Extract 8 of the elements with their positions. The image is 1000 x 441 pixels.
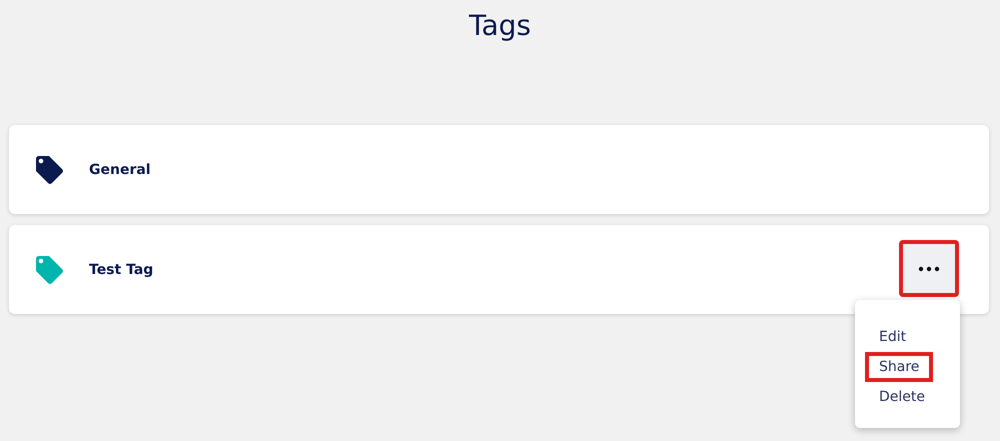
- more-button[interactable]: [899, 240, 959, 297]
- menu-item[interactable]: Share: [865, 352, 934, 382]
- menu-item[interactable]: Delete: [865, 382, 939, 412]
- more-icon: [918, 266, 940, 272]
- menu-item[interactable]: Edit: [865, 322, 920, 352]
- tag-name[interactable]: Test Tag: [89, 262, 154, 278]
- page-title: Tags: [468, 8, 532, 44]
- tag-name[interactable]: General: [89, 162, 151, 178]
